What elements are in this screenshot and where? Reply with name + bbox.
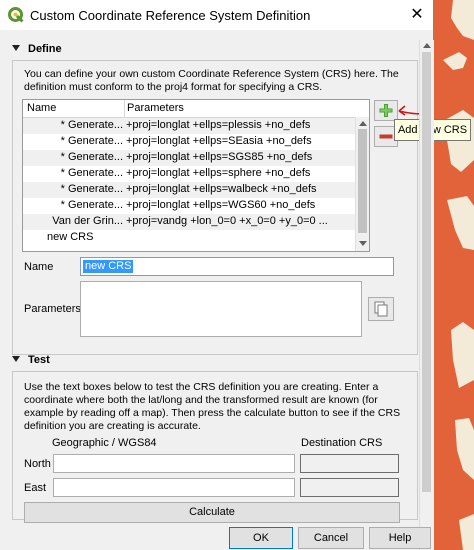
table-row[interactable]: Van der Grin... +proj=vandg +lon_0=0 +x_… — [23, 214, 355, 230]
scroll-up-arrow-icon[interactable] — [359, 121, 367, 126]
name-input[interactable]: new CRS — [80, 257, 394, 276]
close-icon: ✕ — [410, 6, 424, 23]
copy-existing-crs-button[interactable] — [368, 297, 394, 321]
scroll-thumb[interactable] — [358, 129, 367, 233]
define-section-header[interactable]: Define — [12, 43, 62, 55]
calculate-button[interactable]: Calculate — [24, 502, 400, 523]
column-header-parameters[interactable]: Parameters — [127, 102, 184, 114]
test-description-line-1: Use the text boxes below to test the CRS… — [24, 381, 379, 393]
test-section-header[interactable]: Test — [12, 354, 50, 366]
scroll-down-arrow-icon[interactable] — [359, 241, 367, 246]
row-name: * Generate... — [60, 119, 123, 131]
east-label: East — [24, 482, 47, 494]
north-geographic-input[interactable] — [53, 454, 295, 473]
test-description-line-2: coordinate where both the lat/long and t… — [24, 394, 378, 406]
table-vertical-scrollbar[interactable] — [355, 117, 369, 251]
parameters-textarea[interactable] — [80, 281, 362, 337]
column-header-name[interactable]: Name — [27, 102, 56, 114]
window-title: Custom Coordinate Reference System Defin… — [30, 8, 311, 23]
title-bar: Custom Coordinate Reference System Defin… — [0, 0, 433, 30]
map-canvas-strip — [433, 0, 474, 550]
table-row[interactable]: * Generate... +proj=longlat +ellps=SEasi… — [23, 134, 355, 150]
row-parameters: +proj=longlat +ellps=WGS60 +no_defs — [126, 199, 316, 211]
test-section-title: Test — [28, 354, 50, 366]
scroll-thumb[interactable] — [422, 52, 431, 492]
ok-button[interactable]: OK — [229, 527, 293, 549]
row-parameters: +proj=longlat +ellps=sphere +no_defs — [126, 167, 311, 179]
name-input-value: new CRS — [83, 260, 134, 273]
column-separator[interactable] — [124, 100, 125, 117]
plus-icon — [379, 104, 393, 117]
table-row[interactable]: * Generate... +proj=longlat +ellps=SGS85… — [23, 150, 355, 166]
row-name: * Generate... — [60, 151, 123, 163]
north-destination-output — [300, 454, 399, 473]
row-name: * Generate... — [60, 167, 123, 179]
east-destination-output — [300, 478, 399, 497]
row-name: new CRS — [47, 231, 94, 243]
north-label: North — [24, 458, 51, 470]
row-parameters: +proj=longlat +ellps=walbeck +no_defs — [126, 183, 317, 195]
table-row[interactable]: * Generate... +proj=longlat +ellps=WGS60… — [23, 198, 355, 214]
row-parameters: +proj=longlat +ellps=SGS85 +no_defs — [126, 151, 313, 163]
test-description-line-3: example by reading off a map). Then pres… — [24, 407, 401, 419]
help-button[interactable]: Help — [369, 527, 431, 549]
table-row-selected[interactable]: new CRS — [23, 230, 355, 246]
row-name: * Generate... — [60, 183, 123, 195]
cancel-button[interactable]: Cancel — [298, 527, 364, 549]
row-parameters: +proj=longlat +ellps=SEasia +no_defs — [126, 135, 312, 147]
table-row[interactable]: * Generate... +proj=longlat +ellps=walbe… — [23, 182, 355, 198]
row-parameters: +proj=vandg +lon_0=0 +x_0=0 +y_0=0 ... — [126, 215, 328, 227]
row-parameters: +proj=longlat +ellps=plessis +no_defs — [126, 119, 311, 131]
qgis-logo-icon — [8, 7, 24, 23]
collapse-triangle-icon — [12, 45, 20, 51]
custom-crs-table[interactable]: Name Parameters * Generate... +proj=long… — [22, 99, 370, 252]
collapse-triangle-icon — [12, 356, 20, 362]
name-label: Name — [24, 261, 54, 273]
crs-definition-dialog: Custom Coordinate Reference System Defin… — [0, 0, 471, 550]
close-button[interactable]: ✕ — [405, 4, 429, 26]
east-geographic-input[interactable] — [53, 478, 295, 497]
define-description-line-1: You can define your own custom Coordinat… — [24, 68, 399, 80]
geographic-wgs84-label: Geographic / WGS84 — [52, 437, 157, 449]
define-description-line-2: definition must conform to the proj4 for… — [24, 81, 323, 93]
add-crs-button[interactable] — [374, 100, 398, 121]
scroll-up-arrow-icon[interactable] — [423, 43, 431, 48]
table-row[interactable]: * Generate... +proj=longlat +ellps=spher… — [23, 166, 355, 182]
test-description-line-4: definition you are creating is accurate. — [24, 420, 201, 432]
row-name: * Generate... — [60, 135, 123, 147]
copy-icon — [374, 301, 388, 317]
row-name: Van der Grin... — [52, 215, 123, 227]
define-section-title: Define — [28, 43, 62, 55]
table-header: Name Parameters — [23, 100, 369, 118]
row-name: * Generate... — [60, 199, 123, 211]
parameters-label: Parameters — [24, 303, 81, 315]
table-row[interactable]: * Generate... +proj=longlat +ellps=pless… — [23, 118, 355, 134]
dialog-vertical-scrollbar[interactable] — [419, 40, 434, 550]
destination-crs-label: Destination CRS — [301, 437, 383, 449]
